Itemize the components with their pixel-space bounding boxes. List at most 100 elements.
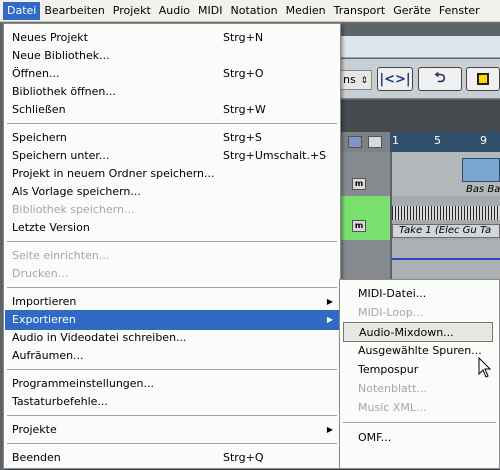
- submenu-item-midi-loop: MIDI-Loop...: [341, 303, 499, 323]
- menu-item-shortcut: Strg+S: [223, 131, 262, 144]
- menu-item-label: Seite einrichten...: [12, 249, 110, 262]
- menu-item-open-library[interactable]: Bibliothek öffnen...: [5, 82, 339, 102]
- menu-item-cleanup[interactable]: Aufräumen...: [5, 346, 339, 366]
- menu-midi[interactable]: MIDI: [194, 2, 226, 20]
- menu-item-label: Importieren: [12, 295, 77, 308]
- submenu-item-label: Tempospur: [358, 363, 419, 376]
- locate-icon: |<>|: [379, 71, 411, 87]
- midi-part[interactable]: [462, 158, 500, 182]
- ruler-option-icon[interactable]: [368, 136, 382, 148]
- menu-transport[interactable]: Transport: [330, 2, 390, 20]
- menu-item-save-as-template[interactable]: Als Vorlage speichern...: [5, 182, 339, 202]
- menu-medien[interactable]: Medien: [282, 2, 330, 20]
- menu-bearbeiten[interactable]: Bearbeiten: [40, 2, 108, 20]
- menu-datei[interactable]: Datei: [3, 1, 41, 20]
- menu-item-page-setup: Seite einrichten...: [5, 246, 339, 266]
- menu-audio[interactable]: Audio: [155, 2, 194, 20]
- menu-item-label: Öffnen...: [12, 67, 60, 80]
- menu-item-shortcut: Strg+Q: [223, 451, 264, 464]
- menu-item-label: Schließen: [12, 103, 66, 116]
- track-lane[interactable]: Take 1 (Elec Gu Ta: [392, 196, 500, 240]
- part-label: Take 1 (Elec Gu Ta: [399, 225, 492, 236]
- ruler-background: [320, 100, 500, 132]
- menu-item-label: Als Vorlage speichern...: [12, 185, 141, 198]
- menu-item-close[interactable]: Schließen Strg+W: [5, 100, 339, 120]
- submenu-item-label: MIDI-Datei...: [358, 287, 427, 300]
- menu-item-projects[interactable]: Projekte ▶: [5, 420, 339, 440]
- ruler-corner: [340, 132, 390, 152]
- track-header[interactable]: m: [340, 152, 390, 196]
- cycle-icon: ⮌: [434, 70, 446, 86]
- submenu-item-tempo-track[interactable]: Tempospur: [341, 360, 499, 380]
- menu-bar: Datei Bearbeiten Projekt Audio MIDI Nota…: [0, 0, 500, 22]
- menu-item-label: Projekte: [12, 423, 57, 436]
- menu-fenster[interactable]: Fenster: [435, 2, 484, 20]
- menu-item-open[interactable]: Öffnen... Strg+O: [5, 64, 339, 84]
- audio-waveform[interactable]: [392, 206, 500, 220]
- square-icon: [477, 73, 489, 85]
- menu-item-audio-to-video[interactable]: Audio in Videodatei schreiben...: [5, 328, 339, 348]
- square-button[interactable]: [466, 67, 500, 91]
- submenu-arrow-icon: ▶: [326, 315, 333, 324]
- project-title-strip: [320, 36, 500, 58]
- submenu-item-omf[interactable]: OMF...: [341, 428, 499, 448]
- submenu-item-midi-file[interactable]: MIDI-Datei...: [341, 284, 499, 304]
- submenu-arrow-icon: ▶: [326, 425, 333, 434]
- submenu-item-label: OMF...: [358, 431, 392, 444]
- menu-item-save-library: Bibliothek speichern...: [5, 200, 339, 220]
- submenu-item-audio-mixdown[interactable]: Audio-Mixdown...: [343, 322, 493, 342]
- submenu-item-label: Notenblatt...: [358, 382, 427, 395]
- menu-item-quit[interactable]: Beenden Strg+Q: [5, 448, 339, 468]
- menu-item-save[interactable]: Speichern Strg+S: [5, 128, 339, 148]
- menu-projekt[interactable]: Projekt: [109, 2, 155, 20]
- menu-geraete[interactable]: Geräte: [389, 2, 435, 20]
- menu-separator: [7, 123, 337, 125]
- mute-button[interactable]: m: [352, 220, 366, 232]
- menu-item-save-project-new-folder[interactable]: Projekt in neuem Ordner speichern...: [5, 164, 339, 184]
- ruler-mark: 5: [434, 134, 441, 147]
- mouse-pointer-icon: [478, 357, 492, 378]
- menu-item-label: Beenden: [12, 451, 61, 464]
- menu-item-label: Neue Bibliothek...: [12, 49, 110, 62]
- menu-item-label: Bibliothek speichern...: [12, 203, 135, 216]
- menu-item-label: Bibliothek öffnen...: [12, 85, 116, 98]
- menu-item-import[interactable]: Importieren ▶: [5, 292, 339, 312]
- menu-notation[interactable]: Notation: [226, 2, 281, 20]
- ruler-mark: 1: [392, 134, 399, 147]
- menu-item-shortcut: Strg+W: [223, 103, 266, 116]
- menu-item-new-project[interactable]: Neues Projekt Strg+N: [5, 28, 339, 48]
- menu-item-label: Exportieren: [12, 313, 76, 326]
- submenu-item-selected-tracks[interactable]: Ausgewählte Spuren...: [341, 341, 499, 361]
- menu-item-save-as[interactable]: Speichern unter... Strg+Umschalt.+S: [5, 146, 339, 166]
- menu-item-export[interactable]: Exportieren ▶: [5, 310, 339, 330]
- menu-item-shortcut: Strg+O: [223, 67, 264, 80]
- menu-item-revert[interactable]: Letzte Version: [5, 218, 339, 238]
- menu-item-preferences[interactable]: Programmeinstellungen...: [5, 374, 339, 394]
- menu-item-label: Tastaturbefehle...: [12, 395, 108, 408]
- locate-button[interactable]: |<>|: [377, 67, 413, 91]
- audio-event[interactable]: Take 1 (Elec Gu Ta: [392, 224, 500, 238]
- cycle-button[interactable]: ⮌: [418, 67, 462, 91]
- ruler-toggle-icon[interactable]: [348, 136, 362, 148]
- mute-button[interactable]: m: [352, 178, 366, 190]
- menu-separator: [7, 443, 337, 445]
- ruler[interactable]: 1 5 9: [390, 132, 500, 152]
- menu-item-label: Speichern unter...: [12, 149, 110, 162]
- menu-item-key-commands[interactable]: Tastaturbefehle...: [5, 392, 339, 412]
- submenu-item-label: Music XML...: [358, 401, 427, 414]
- track-header[interactable]: m: [340, 196, 390, 240]
- spin-icon[interactable]: ⇕: [360, 72, 368, 90]
- track-lane[interactable]: Bas Ba: [392, 152, 500, 196]
- menu-item-print: Drucken...: [5, 264, 339, 284]
- submenu-arrow-icon: ▶: [326, 297, 333, 306]
- menu-separator: [7, 287, 337, 289]
- menu-item-label: Projekt in neuem Ordner speichern...: [12, 167, 215, 180]
- ruler-mark: 9: [480, 134, 487, 147]
- automation-line[interactable]: [392, 258, 500, 260]
- menu-item-new-library[interactable]: Neue Bibliothek...: [5, 46, 339, 66]
- menu-item-label: Letzte Version: [12, 221, 90, 234]
- submenu-item-label: Ausgewählte Spuren...: [358, 344, 482, 357]
- menu-item-label: Audio in Videodatei schreiben...: [12, 331, 187, 344]
- menu-item-shortcut: Strg+N: [223, 31, 264, 44]
- submenu-item-score: Notenblatt...: [341, 379, 499, 399]
